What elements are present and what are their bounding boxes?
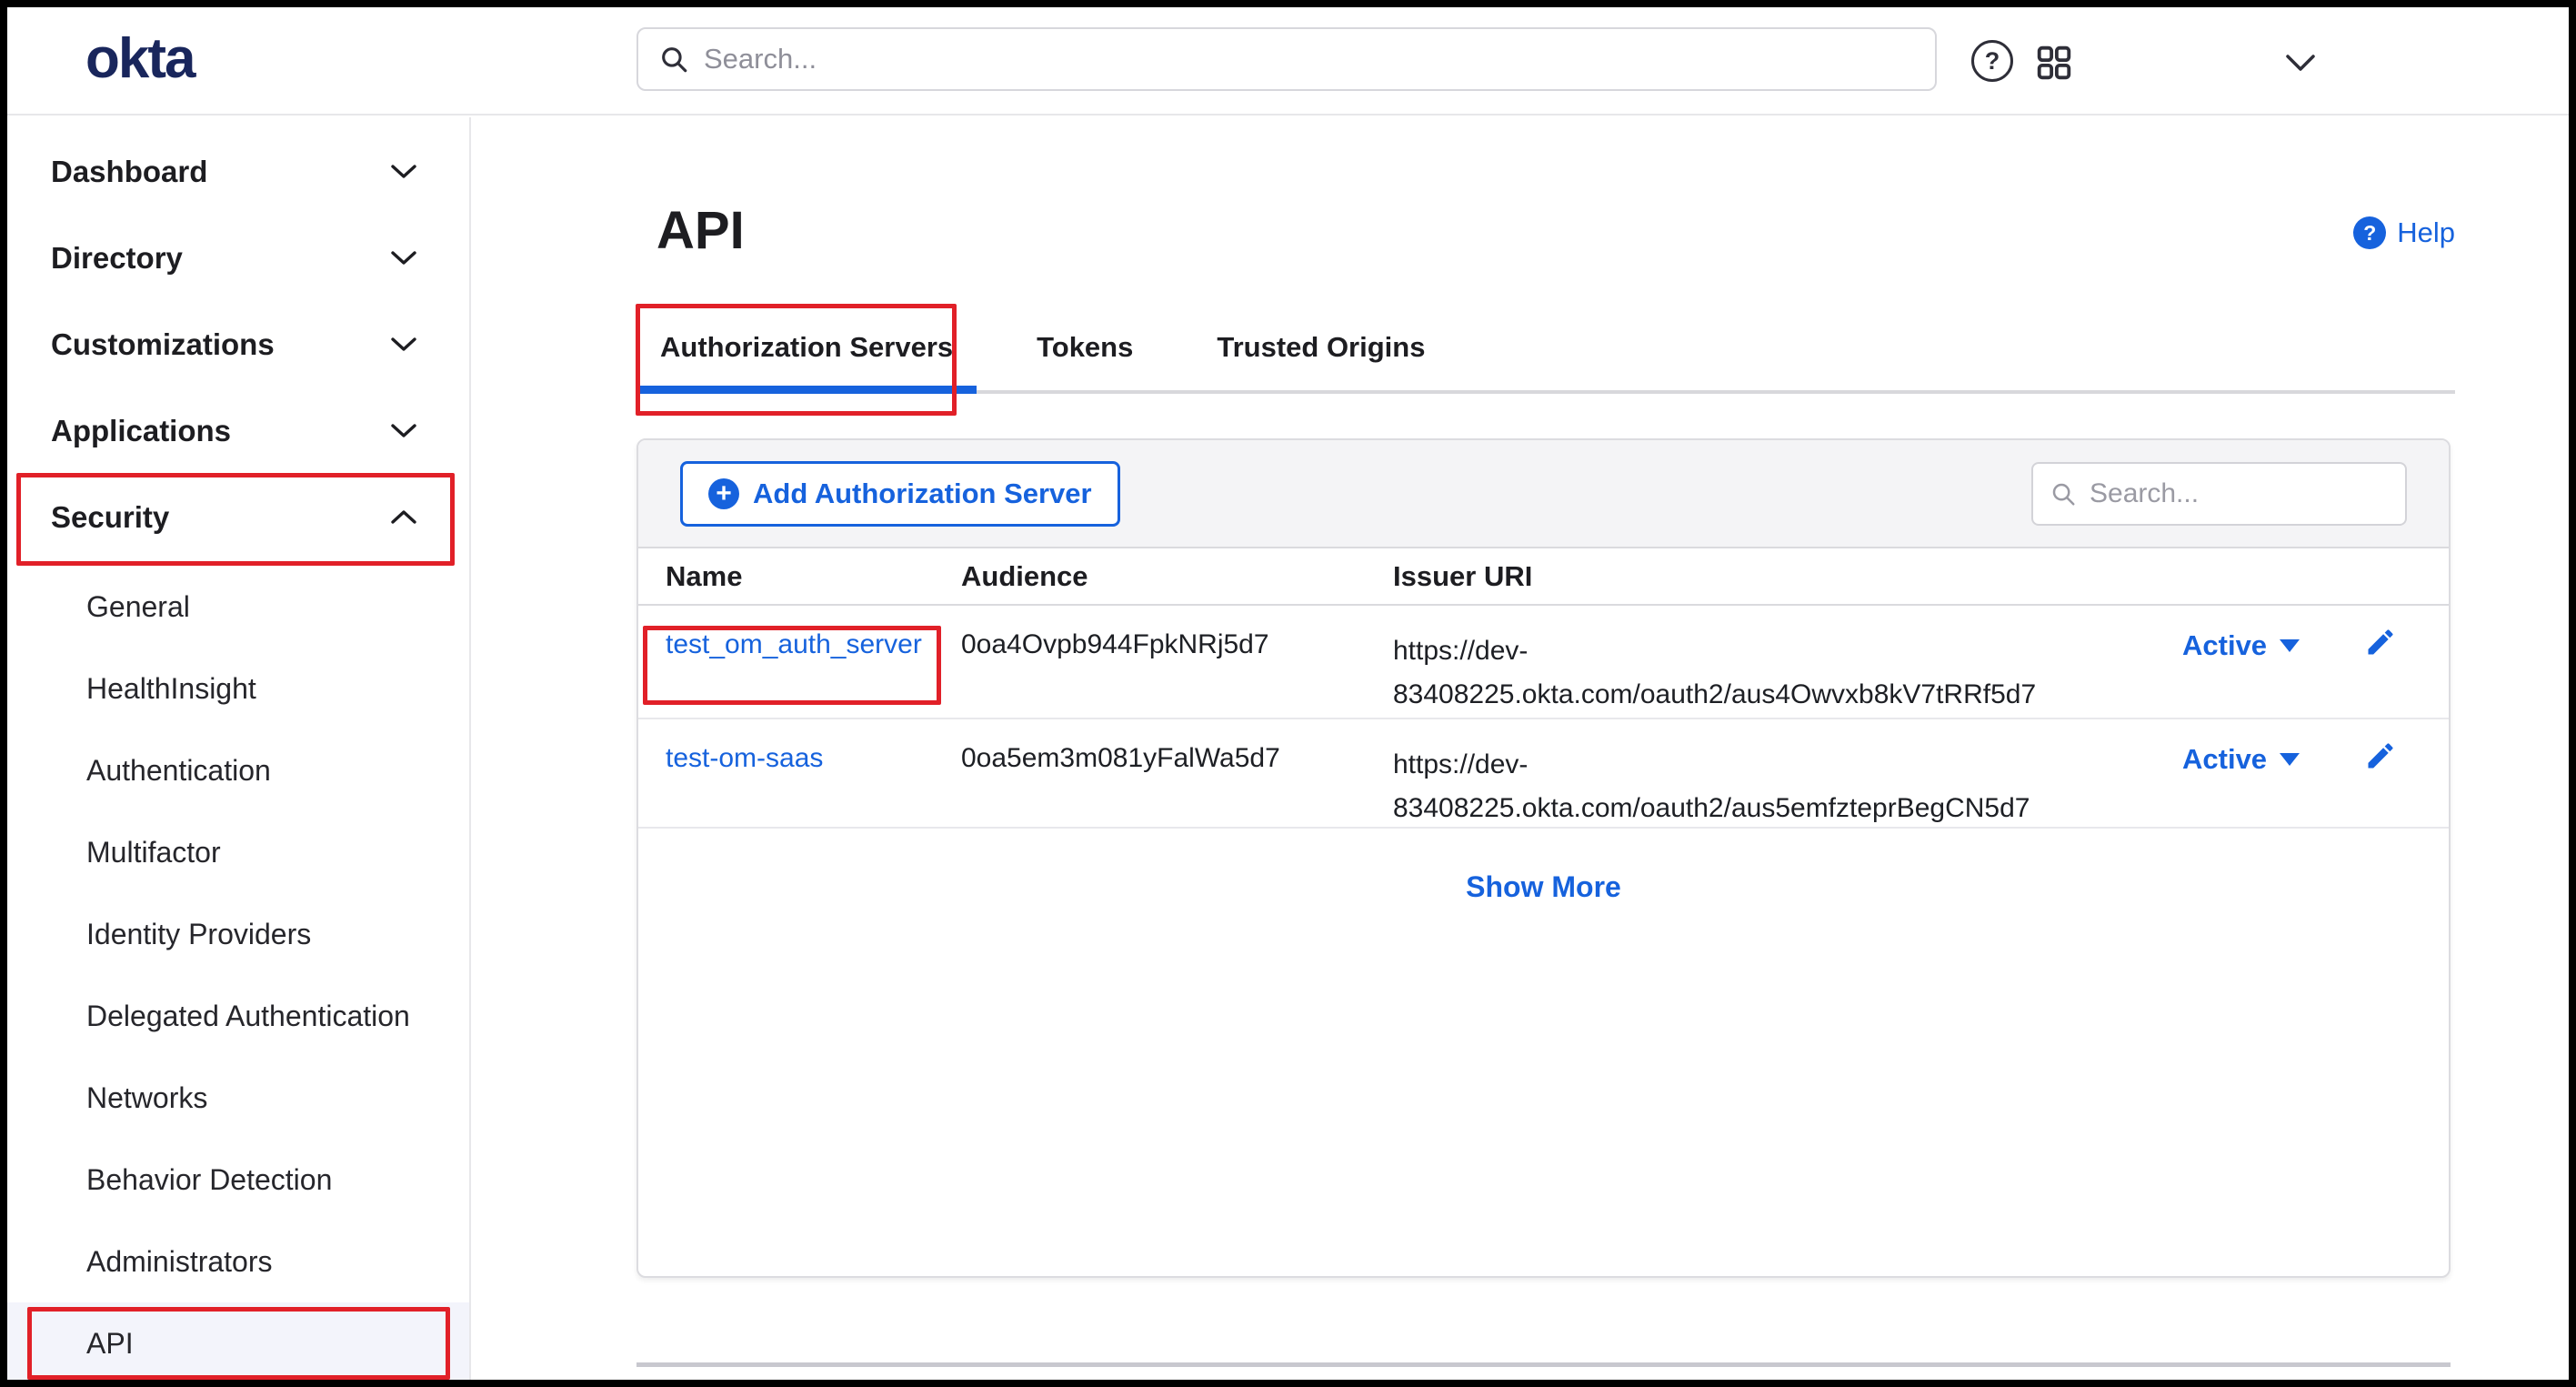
table-header-row: Name Audience Issuer URI — [638, 548, 2449, 606]
help-link[interactable]: Help — [2353, 216, 2455, 249]
help-badge-icon — [2353, 216, 2386, 249]
chevron-up-icon — [389, 508, 418, 526]
authorization-servers-panel: Add Authorization Server Name Audience I… — [636, 438, 2451, 1278]
chevron-down-icon — [389, 422, 418, 439]
sidebar-item-label: Applications — [51, 414, 231, 448]
sidebar-item-customizations[interactable]: Customizations — [7, 301, 469, 387]
tab-bar: Authorization Servers Tokens Trusted Ori… — [636, 304, 2455, 394]
help-circle-icon[interactable] — [1971, 40, 2013, 82]
plus-circle-icon — [708, 478, 739, 509]
panel-toolbar: Add Authorization Server — [638, 440, 2449, 548]
sidebar-item-label: Security — [51, 500, 169, 535]
column-header-audience: Audience — [950, 560, 1382, 593]
auth-server-name-link[interactable]: test-om-saas — [666, 743, 823, 773]
chevron-down-icon — [389, 163, 418, 180]
sidebar-item-administrators[interactable]: Administrators — [7, 1221, 469, 1302]
global-search-input[interactable] — [704, 43, 1915, 75]
okta-logo[interactable]: okta — [85, 27, 194, 91]
section-divider — [636, 1362, 2451, 1367]
sidebar-item-behavior-detection[interactable]: Behavior Detection — [7, 1139, 469, 1221]
edit-pencil-icon[interactable] — [2364, 739, 2397, 772]
add-authorization-server-button[interactable]: Add Authorization Server — [680, 461, 1120, 527]
status-dropdown-button[interactable]: Active — [2182, 743, 2300, 776]
sidebar-item-api[interactable]: API — [7, 1302, 469, 1384]
apps-grid-icon[interactable] — [2033, 42, 2075, 84]
status-label: Active — [2182, 629, 2267, 662]
auth-server-audience: 0oa4Ovpb944FpkNRj5d7 — [950, 606, 1382, 718]
tab-authorization-servers[interactable]: Authorization Servers — [636, 304, 977, 390]
auth-server-audience: 0oa5em3m081yFalWa5d7 — [950, 719, 1382, 830]
auth-server-issuer-uri: https://dev-83408225.okta.com/oauth2/aus… — [1393, 743, 2048, 830]
edit-pencil-icon[interactable] — [2364, 626, 2397, 658]
account-chevron-down-icon[interactable] — [2280, 51, 2320, 75]
tab-tokens[interactable]: Tokens — [1013, 304, 1157, 390]
table-row: test-om-saas 0oa5em3m081yFalWa5d7 https:… — [638, 719, 2449, 829]
sidebar-item-identity-providers[interactable]: Identity Providers — [7, 893, 469, 975]
sidebar-item-healthinsight[interactable]: HealthInsight — [7, 648, 469, 729]
tab-trusted-origins[interactable]: Trusted Origins — [1193, 304, 1448, 390]
sidebar-item-dashboard[interactable]: Dashboard — [7, 128, 469, 215]
sidebar-security-children: General HealthInsight Authentication Mul… — [7, 560, 469, 1384]
sidebar-item-label: Dashboard — [51, 155, 207, 189]
topbar: okta — [7, 7, 2569, 116]
sidebar-item-label: Directory — [51, 241, 183, 276]
add-authorization-server-label: Add Authorization Server — [753, 477, 1092, 510]
panel-search[interactable] — [2031, 462, 2407, 526]
search-icon — [658, 44, 689, 75]
search-icon — [2050, 480, 2077, 508]
sidebar-item-authentication[interactable]: Authentication — [7, 729, 469, 811]
auth-server-issuer-uri: https://dev-83408225.okta.com/oauth2/aus… — [1393, 629, 2048, 717]
dropdown-caret-icon — [2280, 639, 2300, 652]
chevron-down-icon — [389, 336, 418, 353]
sidebar-item-security[interactable]: Security — [7, 474, 469, 560]
sidebar-item-multifactor[interactable]: Multifactor — [7, 811, 469, 893]
sidebar-item-directory[interactable]: Directory — [7, 215, 469, 301]
sidebar-item-general[interactable]: General — [7, 566, 469, 648]
sidebar-item-applications[interactable]: Applications — [7, 387, 469, 474]
dropdown-caret-icon — [2280, 753, 2300, 766]
sidebar-item-delegated-authentication[interactable]: Delegated Authentication — [7, 975, 469, 1057]
column-header-issuer-uri: Issuer URI — [1382, 560, 2182, 593]
sidebar-item-label: Customizations — [51, 327, 275, 362]
table-row: test_om_auth_server 0oa4Ovpb944FpkNRj5d7… — [638, 606, 2449, 719]
help-link-label: Help — [2397, 216, 2455, 249]
panel-search-input[interactable] — [2090, 478, 2389, 509]
sidebar-nav: Dashboard Directory Customizations Appli… — [7, 117, 471, 1380]
question-mark-icon — [1971, 40, 2013, 82]
page-title: API — [657, 202, 745, 260]
okta-admin-screen: okta — [0, 0, 2576, 1387]
show-more-link[interactable]: Show More — [1466, 870, 1621, 904]
global-search[interactable] — [636, 27, 1937, 91]
sidebar-top-level: Dashboard Directory Customizations Appli… — [7, 117, 469, 560]
column-header-name: Name — [638, 560, 950, 593]
status-label: Active — [2182, 743, 2267, 776]
sidebar-item-networks[interactable]: Networks — [7, 1057, 469, 1139]
auth-server-name-link[interactable]: test_om_auth_server — [666, 629, 922, 659]
status-dropdown-button[interactable]: Active — [2182, 629, 2300, 662]
chevron-down-icon — [389, 249, 418, 266]
